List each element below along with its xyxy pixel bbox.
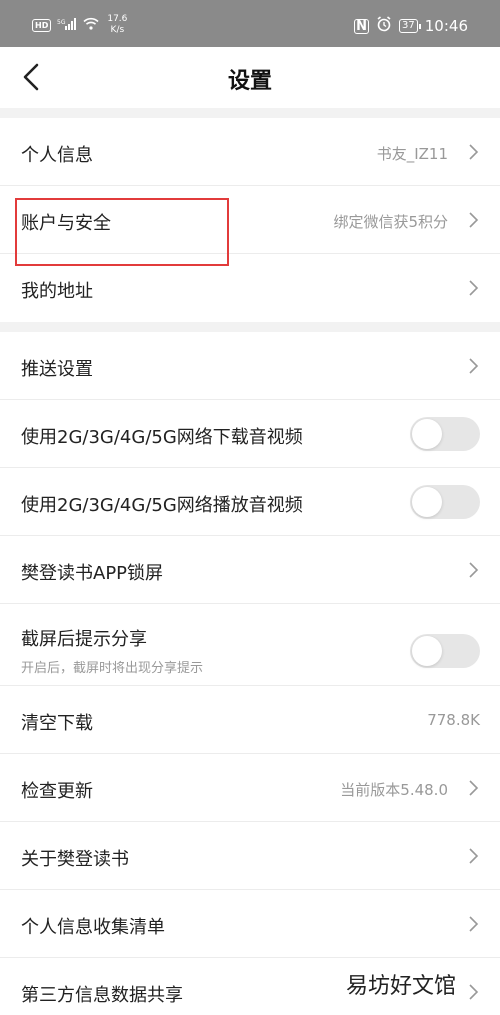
row-label: 个人信息收集清单: [21, 917, 165, 938]
download-network-toggle[interactable]: [410, 417, 480, 451]
row-label: 个人信息: [21, 145, 93, 166]
wifi-icon: [83, 17, 99, 33]
row-play-network: 使用2G/3G/4G/5G网络播放音视频: [0, 468, 500, 536]
clock: 10:46: [424, 17, 468, 35]
toggle-knob: [412, 487, 442, 517]
row-label: 推送设置: [21, 359, 93, 380]
nfc-icon: N: [354, 18, 370, 34]
status-bar: HD 5G 17.6 K/s N 37 10:46: [0, 0, 500, 47]
row-personal-info[interactable]: 个人信息 书友_IZ11: [0, 118, 500, 186]
row-label: 第三方信息数据共享: [21, 985, 183, 1006]
screenshot-share-toggle[interactable]: [410, 634, 480, 668]
chevron-right-icon: [469, 916, 479, 932]
download-size: 778.8K: [427, 711, 480, 729]
highlight-box: [15, 198, 229, 266]
row-download-network: 使用2G/3G/4G/5G网络下载音视频: [0, 400, 500, 468]
nav-header: 设置: [0, 47, 500, 108]
watermark: 易坊好文馆: [342, 968, 461, 1000]
row-label: 清空下载: [21, 713, 93, 734]
status-right: N 37 10:46: [354, 16, 468, 36]
play-network-toggle[interactable]: [410, 485, 480, 519]
row-label: 我的地址: [21, 281, 93, 302]
row-label: 检查更新: [21, 781, 93, 802]
chevron-right-icon: [469, 144, 479, 160]
chevron-right-icon: [469, 984, 479, 1000]
row-value: 书友_IZ11: [376, 145, 448, 163]
row-check-update[interactable]: 检查更新 当前版本5.48.0: [0, 754, 500, 822]
chevron-right-icon: [469, 562, 479, 578]
row-label: 关于樊登读书: [21, 849, 129, 870]
chevron-right-icon: [469, 280, 479, 296]
chevron-right-icon: [469, 212, 479, 228]
row-info-list[interactable]: 个人信息收集清单: [0, 890, 500, 958]
settings-group: 推送设置 使用2G/3G/4G/5G网络下载音视频 使用2G/3G/4G/5G网…: [0, 332, 500, 1015]
row-about[interactable]: 关于樊登读书: [0, 822, 500, 890]
page-title: 设置: [227, 69, 272, 94]
row-lockscreen[interactable]: 樊登读书APP锁屏: [0, 536, 500, 604]
row-push-settings[interactable]: 推送设置: [0, 332, 500, 400]
chevron-right-icon: [469, 358, 479, 374]
speed-unit: K/s: [110, 25, 125, 35]
chevron-right-icon: [469, 848, 479, 864]
network-type: 5G: [57, 19, 66, 26]
alarm-icon: [376, 16, 392, 36]
row-label: 使用2G/3G/4G/5G网络播放音视频: [21, 495, 303, 516]
row-label: 使用2G/3G/4G/5G网络下载音视频: [21, 427, 303, 448]
speed-value: 17.6: [107, 14, 128, 24]
cellular-signal-icon: 5G: [57, 17, 77, 33]
row-screenshot-share: 截屏后提示分享 开启后，截屏时将出现分享提示: [0, 604, 500, 686]
row-label: 樊登读书APP锁屏: [21, 563, 164, 584]
network-speed: 17.6 K/s: [107, 14, 127, 36]
toggle-knob: [412, 636, 442, 666]
toggle-knob: [412, 419, 442, 449]
hd-badge: HD: [32, 18, 52, 32]
chevron-right-icon: [469, 780, 479, 796]
version-text: 当前版本5.48.0: [340, 781, 448, 799]
row-clear-download[interactable]: 清空下载 778.8K: [0, 686, 500, 754]
row-sublabel: 开启后，截屏时将出现分享提示: [21, 661, 204, 676]
status-left: HD 5G 17.6 K/s: [32, 14, 127, 36]
row-value: 绑定微信获5积分: [333, 213, 448, 231]
row-label: 截屏后提示分享: [21, 629, 147, 650]
battery-icon: 37: [399, 19, 421, 33]
